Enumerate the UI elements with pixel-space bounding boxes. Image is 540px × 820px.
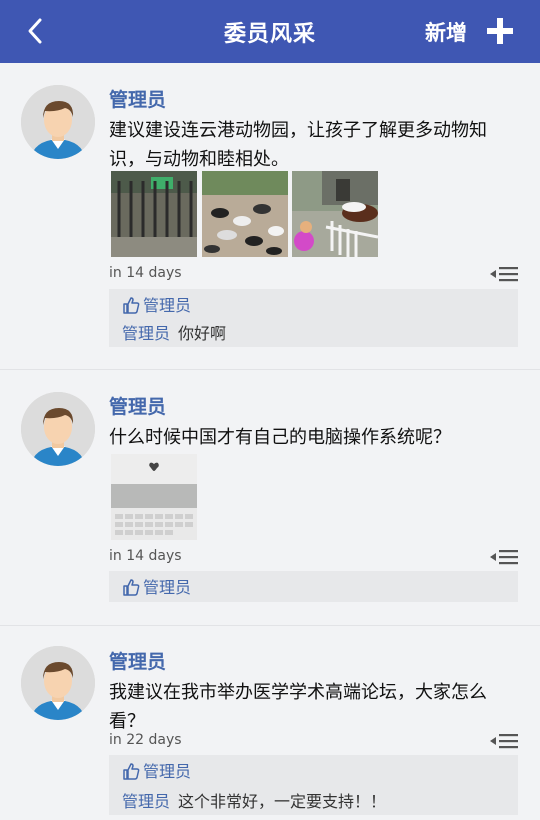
user-avatar-icon (21, 646, 95, 720)
comment-text: 这个非常好，一定要支持！！ (178, 792, 387, 811)
more-menu-icon[interactable] (490, 548, 518, 566)
liker-name[interactable]: 管理员 (143, 762, 191, 781)
comment-box: 管理员 管理员 你好啊 (109, 289, 518, 347)
thumbs-up-icon (123, 579, 140, 596)
post-author[interactable]: 管理员 (109, 392, 166, 419)
add-button[interactable]: 新增 (425, 17, 467, 47)
comment-box: 管理员 管理员 这个非常好，一定要支持！！ (109, 755, 518, 815)
photo-gallery (111, 171, 379, 257)
photo-thumbnail[interactable] (111, 454, 197, 540)
app-header: 委员风采 新增 (0, 0, 540, 63)
like-list: 管理员 (122, 292, 191, 316)
post-content: 什么时候中国才有自己的电脑操作系统呢？ (109, 427, 451, 448)
liker-name[interactable]: 管理员 (143, 578, 191, 597)
post-content: 我建议在我市举办医学学术高端论坛，大家怎么看？ (109, 682, 487, 732)
more-menu-icon[interactable] (490, 265, 518, 283)
photo-thumbnail[interactable] (202, 171, 288, 257)
post-time: in 14 days (109, 548, 182, 564)
comment-item: 管理员 这个非常好，一定要支持！！ (122, 788, 386, 812)
post-item: 管理员 建议建设连云港动物园，让孩子了解更多动物知识，与动物和睦相处。 in 1… (0, 63, 540, 370)
post-author[interactable]: 管理员 (109, 85, 166, 112)
post-item: 管理员 我建议在我市举办医学学术高端论坛，大家怎么看？ in 22 days 管… (0, 626, 540, 820)
comment-author[interactable]: 管理员 (122, 324, 170, 343)
photo-thumbnail[interactable] (292, 171, 378, 257)
user-avatar-icon (21, 392, 95, 466)
like-list: 管理员 (122, 758, 191, 782)
photo-thumbnail[interactable] (111, 171, 197, 257)
avatar[interactable] (21, 85, 95, 159)
liker-name[interactable]: 管理员 (143, 296, 191, 315)
post-author[interactable]: 管理员 (109, 647, 166, 674)
avatar[interactable] (21, 646, 95, 720)
photo-gallery (111, 454, 199, 540)
post-content: 建议建设连云港动物园，让孩子了解更多动物知识，与动物和睦相处。 (109, 120, 487, 170)
thumbs-up-icon (123, 763, 140, 780)
avatar[interactable] (21, 392, 95, 466)
user-avatar-icon (21, 85, 95, 159)
more-menu-icon[interactable] (490, 732, 518, 750)
comment-text: 你好啊 (178, 324, 227, 343)
like-list: 管理员 (122, 574, 191, 598)
post-time: in 22 days (109, 732, 182, 748)
comment-item: 管理员 你好啊 (122, 320, 226, 344)
comment-author[interactable]: 管理员 (122, 792, 170, 811)
plus-icon[interactable] (484, 15, 516, 47)
post-time: in 14 days (109, 265, 182, 281)
comment-box: 管理员 (109, 571, 518, 602)
thumbs-up-icon (123, 297, 140, 314)
post-item: 管理员 什么时候中国才有自己的电脑操作系统呢？ in 14 days 管理员 (0, 370, 540, 626)
